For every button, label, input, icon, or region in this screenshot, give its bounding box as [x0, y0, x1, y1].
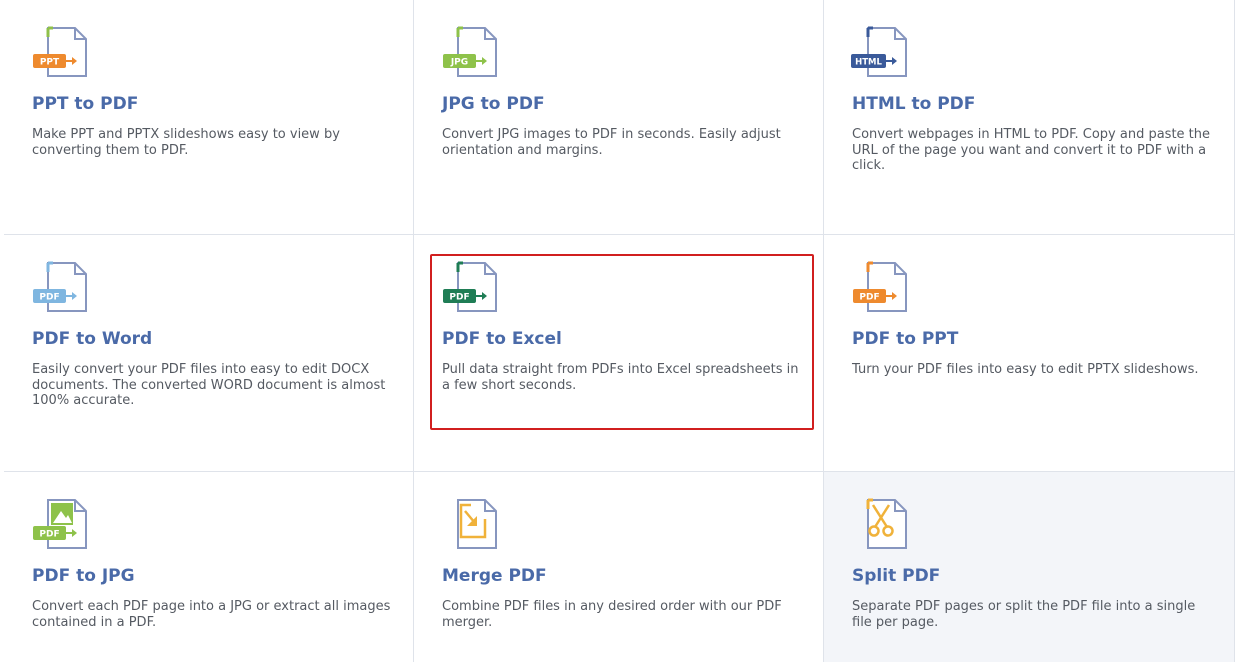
svg-text:HTML: HTML [855, 58, 882, 68]
ppt-file-convert-icon: PDF [851, 260, 909, 316]
svg-text:PDF: PDF [449, 293, 469, 303]
tool-tile-pdf-to-excel[interactable]: PDF PDF to Excel Pull data straight from… [414, 235, 824, 472]
tool-description: Separate PDF pages or split the PDF file… [852, 599, 1196, 630]
tool-tile-html-to-pdf[interactable]: HTML HTML to PDF Convert webpages in HTM… [824, 0, 1235, 235]
svg-text:PPT: PPT [40, 58, 60, 68]
tool-description: Combine PDF files in any desired order w… [442, 599, 782, 630]
svg-text:JPG: JPG [450, 58, 468, 68]
tool-tile-merge-pdf[interactable]: Merge PDF Combine PDF files in any desir… [414, 472, 824, 662]
word-file-convert-icon: PDF [31, 260, 89, 316]
tool-tile-pdf-to-ppt[interactable]: PDF PDF to PPT Turn your PDF files into … [824, 235, 1235, 472]
tool-tile-pdf-to-word[interactable]: PDF PDF to Word Easily convert your PDF … [4, 235, 414, 472]
excel-file-convert-icon: PDF [441, 260, 499, 316]
tool-tile-jpg-to-pdf[interactable]: JPG JPG to PDF Convert JPG images to PDF… [414, 0, 824, 235]
tool-title: JPG to PDF [442, 94, 545, 114]
jpg-file-convert-icon: JPG [441, 25, 499, 81]
tool-description: Pull data straight from PDFs into Excel … [442, 362, 799, 393]
scissors-file-icon [851, 497, 909, 553]
tool-description: Convert JPG images to PDF in seconds. Ea… [442, 127, 781, 158]
image-file-icon: PDF [31, 497, 89, 553]
tool-description: Convert webpages in HTML to PDF. Copy an… [852, 127, 1211, 173]
tool-title: PDF to PPT [852, 329, 959, 349]
svg-text:PDF: PDF [39, 530, 59, 540]
merge-file-icon [441, 497, 499, 553]
tool-title: PPT to PDF [32, 94, 139, 114]
tool-title: Split PDF [852, 566, 941, 586]
tool-tile-ppt-to-pdf[interactable]: PPT PPT to PDF Make PPT and PPTX slidesh… [4, 0, 414, 235]
ppt-file-convert-icon: PPT [31, 25, 89, 81]
tool-description: Turn your PDF files into easy to edit PP… [852, 362, 1199, 377]
tool-title: PDF to Excel [442, 329, 562, 349]
html-file-convert-icon: HTML [851, 25, 909, 81]
tool-grid: PPT PPT to PDF Make PPT and PPTX slidesh… [4, 0, 1235, 662]
svg-text:PDF: PDF [859, 293, 879, 303]
tool-title: HTML to PDF [852, 94, 976, 114]
tool-description: Easily convert your PDF files into easy … [32, 362, 386, 408]
tool-tile-pdf-to-jpg[interactable]: PDF PDF to JPG Convert each PDF page int… [4, 472, 414, 662]
tool-tile-split-pdf[interactable]: Split PDF Separate PDF pages or split th… [824, 472, 1235, 662]
tool-title: PDF to JPG [32, 566, 135, 586]
tool-title: Merge PDF [442, 566, 547, 586]
svg-text:PDF: PDF [39, 293, 59, 303]
tool-description: Make PPT and PPTX slideshows easy to vie… [32, 127, 340, 158]
tool-title: PDF to Word [32, 329, 153, 349]
tool-description: Convert each PDF page into a JPG or extr… [32, 599, 391, 630]
